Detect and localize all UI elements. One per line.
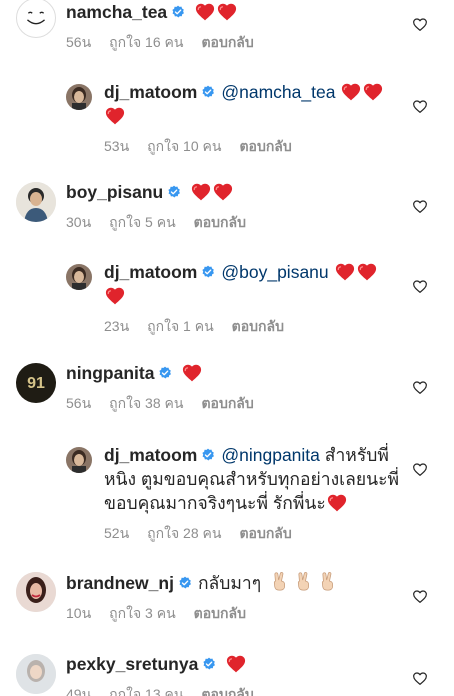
emoji-heart: [104, 285, 126, 305]
verified-badge-icon: [201, 448, 215, 462]
comment-time: 10น: [66, 605, 92, 621]
comment-likes[interactable]: ถูกใจ 13 คน: [109, 686, 183, 696]
comment-username[interactable]: pexky_sretunya: [66, 654, 198, 674]
heart-outline-icon[interactable]: [412, 670, 428, 686]
comment-text: ขอบคุณมากจริงๆนะพี่ รักพี่นะ: [104, 493, 326, 513]
avatar-photo: [16, 572, 56, 612]
comment-username[interactable]: boy_pisanu: [66, 182, 163, 202]
avatar-photo: 91: [16, 363, 56, 403]
comment-time: 49น: [66, 686, 92, 696]
comment-username[interactable]: dj_matoom: [104, 445, 197, 465]
reply-button[interactable]: ตอบกลับ: [201, 34, 253, 50]
emoji-hearts: [332, 261, 378, 281]
verified-badge-icon: [167, 185, 181, 199]
comment-username[interactable]: namcha_tea: [66, 2, 167, 22]
comment-time: 23น: [104, 318, 130, 334]
emoji-heart: [104, 105, 126, 125]
mention-link[interactable]: @ningpanita: [221, 445, 320, 465]
emoji-heart: [326, 492, 348, 512]
comment-text: กลับมาๆ: [197, 573, 262, 593]
reply-button[interactable]: ตอบกลับ: [201, 395, 253, 411]
comment-username[interactable]: dj_matoom: [104, 82, 197, 102]
comment-time: 30น: [66, 214, 92, 230]
comment-username[interactable]: ningpanita: [66, 363, 154, 383]
emoji-hearts: [194, 1, 238, 21]
reply-button[interactable]: ตอบกลับ: [201, 686, 253, 696]
verified-badge-icon: [201, 85, 215, 99]
comment-username[interactable]: brandnew_nj: [66, 573, 174, 593]
heart-outline-icon[interactable]: [412, 379, 428, 395]
smiley-avatar[interactable]: [16, 0, 56, 38]
comment-likes[interactable]: ถูกใจ 38 คน: [109, 395, 183, 411]
heart-outline-icon[interactable]: [412, 98, 428, 114]
mention-link[interactable]: @namcha_tea: [221, 82, 335, 102]
dj-avatar[interactable]: [66, 447, 92, 473]
comment-likes[interactable]: ถูกใจ 10 คน: [147, 138, 221, 154]
avatar-photo: [66, 447, 92, 473]
emoji-peace-hands: [269, 570, 341, 592]
pexky-avatar[interactable]: [16, 654, 56, 694]
avatar-photo: [16, 654, 56, 694]
brandnew-avatar[interactable]: [16, 572, 56, 612]
comment-time: 53น: [104, 138, 130, 154]
comment-likes[interactable]: ถูกใจ 16 คน: [109, 34, 183, 50]
comment-username[interactable]: dj_matoom: [104, 262, 197, 282]
verified-badge-icon: [171, 5, 185, 19]
reply-button[interactable]: ตอบกลับ: [232, 318, 284, 334]
dj-avatar[interactable]: [66, 84, 92, 110]
verified-badge-icon: [178, 576, 192, 590]
smiley-face-icon: [17, 0, 55, 37]
reply-button[interactable]: ตอบกลับ: [239, 138, 291, 154]
heart-outline-icon[interactable]: [412, 278, 428, 294]
comment-likes[interactable]: ถูกใจ 1 คน: [147, 318, 214, 334]
heart-outline-icon[interactable]: [412, 16, 428, 32]
comment-text: หนิง ตูมขอบคุณสำหรับทุกอย่างเลยนะพี่: [104, 469, 400, 489]
ning-avatar[interactable]: 91: [16, 363, 56, 403]
emoji-heart: [225, 653, 247, 673]
verified-badge-icon: [201, 265, 215, 279]
emoji-hearts: [338, 81, 384, 101]
emoji-hearts: [190, 181, 234, 201]
avatar-photo: [66, 264, 92, 290]
boy-avatar[interactable]: [16, 182, 56, 222]
comment-likes[interactable]: ถูกใจ 5 คน: [109, 214, 176, 230]
reply-button[interactable]: ตอบกลับ: [239, 525, 291, 541]
emoji-heart: [181, 362, 203, 382]
heart-outline-icon[interactable]: [412, 198, 428, 214]
avatar-photo: [66, 84, 92, 110]
comments-feed: namcha_tea 56น ถูกใจ 16 คน ตอบกลับ dj_mato…: [0, 0, 454, 696]
verified-badge-icon: [202, 657, 216, 671]
comment-time: 56น: [66, 34, 92, 50]
reply-button[interactable]: ตอบกลับ: [194, 605, 246, 621]
mention-link[interactable]: @boy_pisanu: [221, 262, 328, 282]
dj-avatar[interactable]: [66, 264, 92, 290]
heart-outline-icon[interactable]: [412, 461, 428, 477]
reply-button[interactable]: ตอบกลับ: [194, 214, 246, 230]
verified-badge-icon: [158, 366, 172, 380]
comment-text: สำหรับพี่: [324, 445, 389, 465]
comment-likes[interactable]: ถูกใจ 28 คน: [147, 525, 221, 541]
heart-outline-icon[interactable]: [412, 588, 428, 604]
comment-time: 56น: [66, 395, 92, 411]
svg-text:91: 91: [27, 375, 45, 392]
comment-time: 52น: [104, 525, 130, 541]
comment-likes[interactable]: ถูกใจ 3 คน: [109, 605, 176, 621]
avatar-photo: [16, 182, 56, 222]
